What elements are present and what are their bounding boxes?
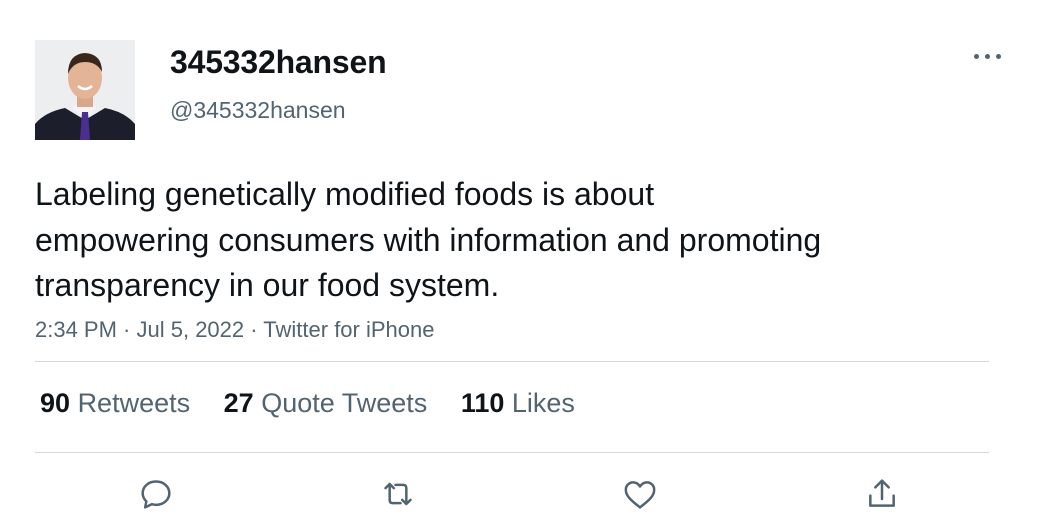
likes-label: Likes — [511, 388, 575, 418]
likes-count: 110 — [460, 388, 505, 418]
reply-icon — [141, 480, 171, 509]
divider-top — [35, 361, 989, 362]
retweets-count: 90 — [40, 388, 71, 418]
more-horizontal-icon — [974, 54, 979, 59]
reply-button[interactable] — [136, 474, 176, 514]
tweet-text-line: empowering consumers with information an… — [35, 221, 822, 258]
more-options-button[interactable] — [968, 38, 1008, 74]
tweet-card: 345332hansen @345332hansen Labeling gene… — [0, 0, 1050, 525]
quote-tweets-label: Quote Tweets — [261, 388, 428, 418]
share-icon — [869, 479, 895, 507]
tweet-metadata: 2:34 PM · Jul 5, 2022 · Twitter for iPho… — [35, 317, 434, 343]
tweet-text: Labeling genetically modified foods is a… — [35, 172, 965, 309]
avatar[interactable] — [35, 40, 135, 140]
retweets-label: Retweets — [77, 388, 191, 418]
action-bar — [0, 470, 1050, 520]
retweet-icon — [384, 482, 412, 506]
share-button[interactable] — [862, 474, 902, 514]
quote-tweets-count: 27 — [223, 388, 254, 418]
likes-stat[interactable]: 110 Likes — [461, 388, 575, 419]
tweet-stats: 90 Retweets 27 Quote Tweets 110 Likes — [40, 388, 575, 419]
divider-bottom — [35, 452, 989, 453]
meta-separator: · — [116, 317, 137, 342]
tweet-time[interactable]: 2:34 PM — [35, 317, 117, 342]
like-button[interactable] — [620, 474, 660, 514]
more-horizontal-icon — [996, 54, 1001, 59]
tweet-source[interactable]: Twitter for iPhone — [263, 317, 434, 342]
tweet-text-line: Labeling genetically modified foods is a… — [35, 176, 655, 212]
quote-tweets-stat[interactable]: 27 Quote Tweets — [224, 388, 428, 419]
retweet-button[interactable] — [378, 474, 418, 514]
avatar-image — [35, 40, 135, 140]
more-horizontal-icon — [985, 54, 990, 59]
tweet-date[interactable]: Jul 5, 2022 — [137, 317, 245, 342]
heart-icon — [624, 481, 656, 509]
user-handle[interactable]: @345332hansen — [170, 97, 346, 124]
retweets-stat[interactable]: 90 Retweets — [40, 388, 190, 419]
tweet-text-line: transparency in our food system. — [35, 267, 500, 303]
meta-separator: · — [244, 317, 264, 342]
display-name[interactable]: 345332hansen — [170, 44, 387, 81]
